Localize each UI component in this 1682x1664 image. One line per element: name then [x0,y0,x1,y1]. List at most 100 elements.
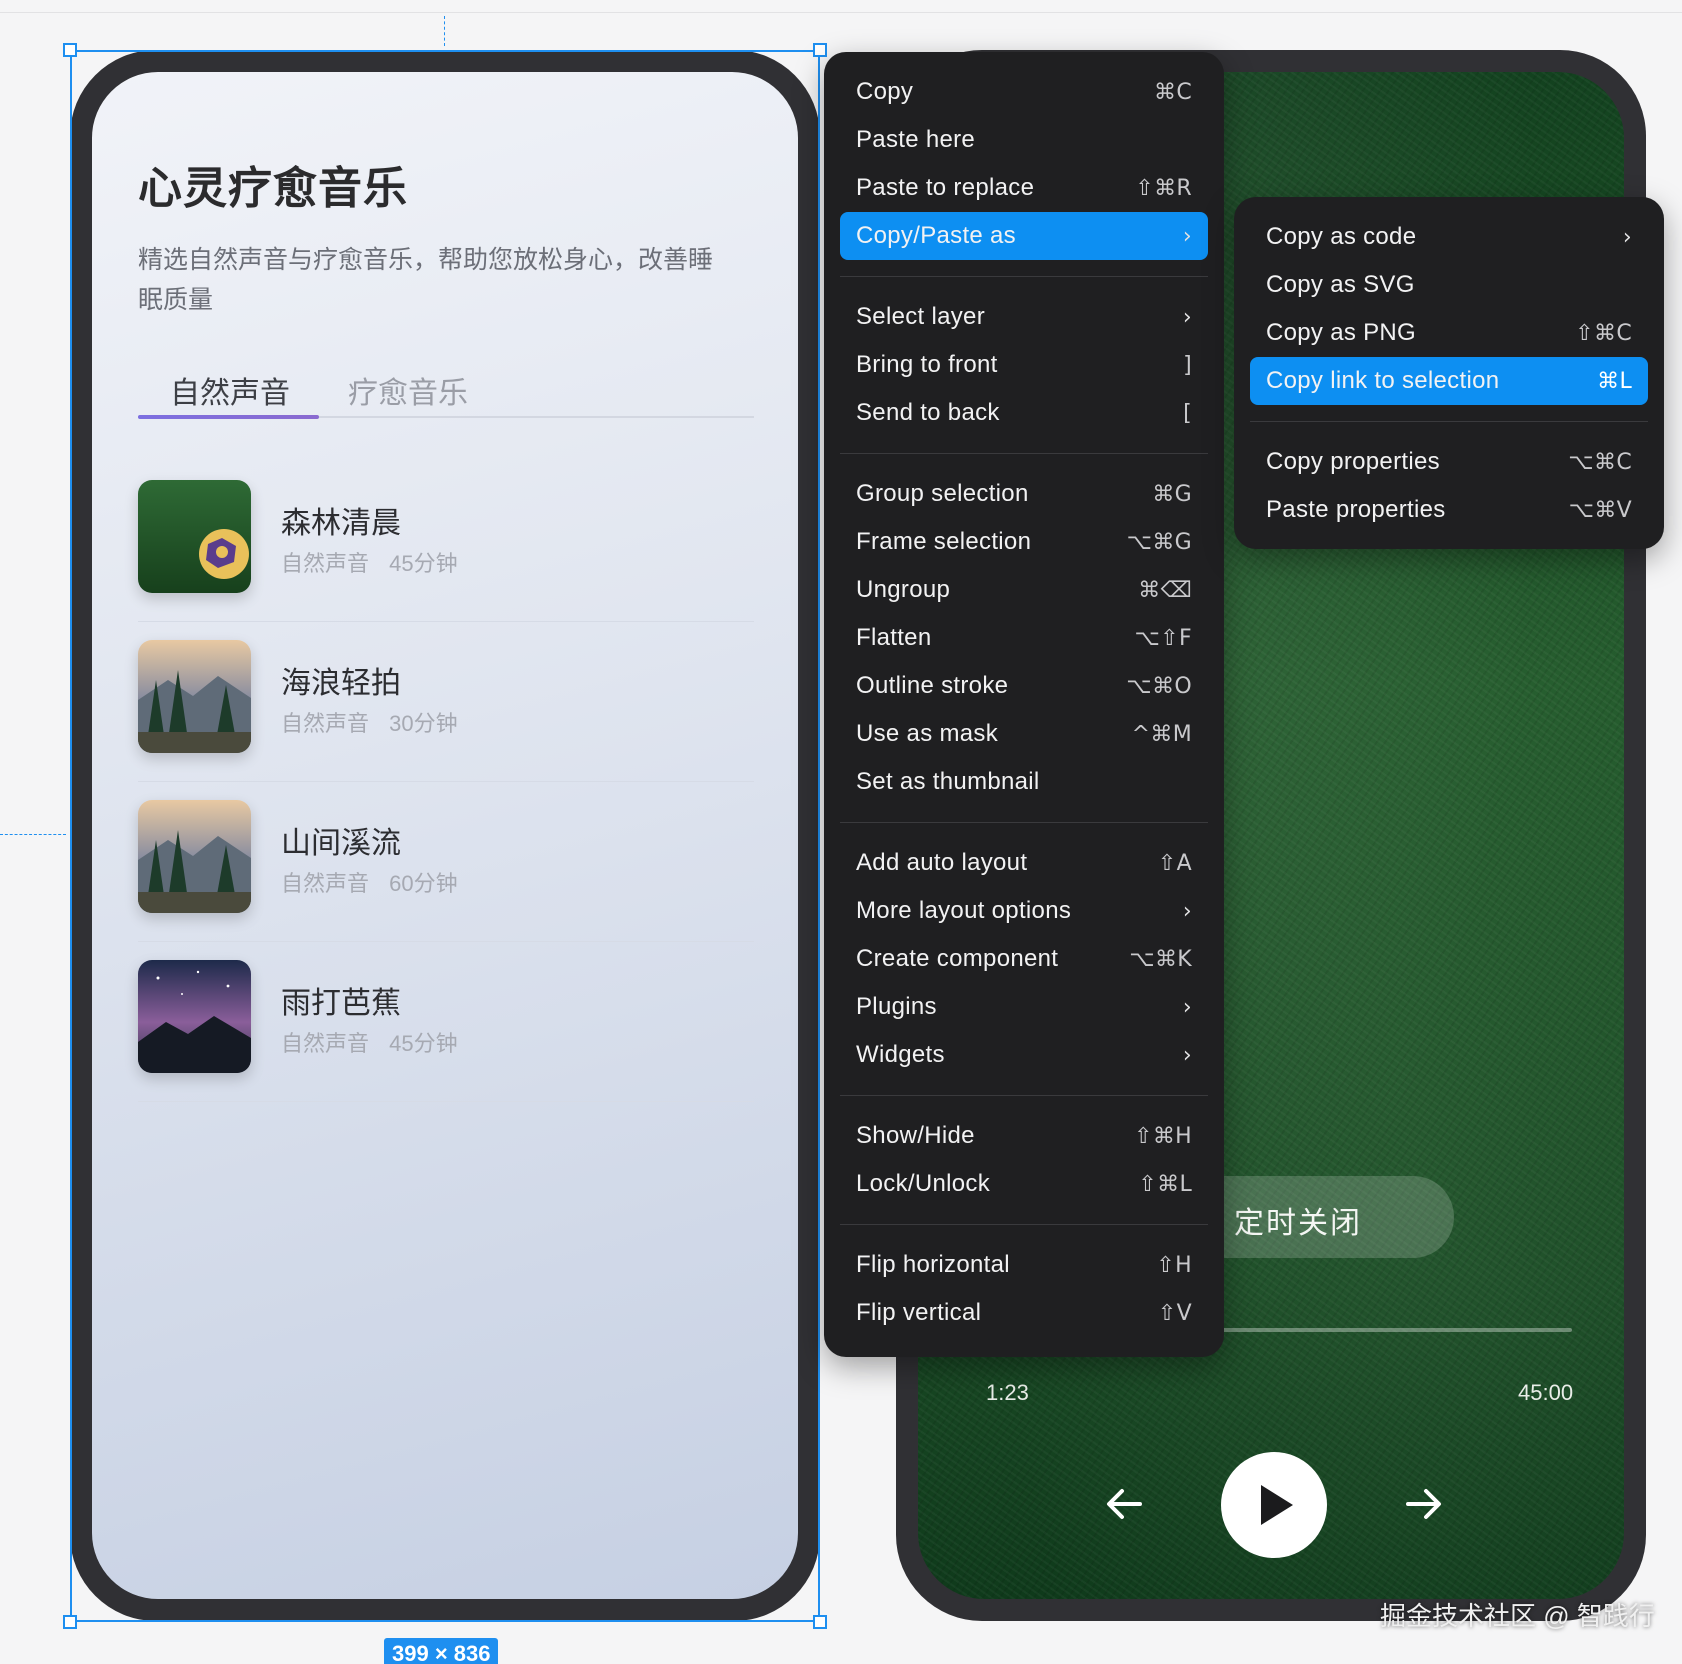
menu-item-copy-as-png[interactable]: Copy as PNG ⇧⌘C [1250,309,1648,357]
menu-item-label: Copy as PNG [1266,319,1417,346]
menu-item-label: Use as mask [856,720,999,747]
menu-item-widgets[interactable]: Widgets › [840,1031,1208,1079]
tab-nature-sounds[interactable]: 自然声音 [170,368,290,412]
menu-separator [840,260,1208,293]
menu-item-plugins[interactable]: Plugins › [840,983,1208,1031]
menu-item-label: Ungroup [856,576,951,603]
page-title: 心灵疗愈音乐 [138,164,408,213]
menu-item-shortcut: ⌘⌫ [1138,577,1192,603]
chevron-right-icon: › [1182,304,1192,330]
track-title: 森林清晨 [281,507,401,540]
menu-item-shortcut: ⇧A [1157,850,1192,876]
category-tabs: 自然声音 疗愈音乐 [138,368,754,419]
menu-item-outline-stroke[interactable]: Outline stroke ⌥⌘O [840,662,1208,710]
menu-item-label: Paste properties [1266,496,1446,523]
track-duration: 45分钟 [389,1031,458,1056]
arrow-right-icon[interactable] [1402,1482,1446,1526]
menu-item-copy-as-svg[interactable]: Copy as SVG [1250,261,1648,309]
menu-item-add-auto-layout[interactable]: Add auto layout ⇧A [840,839,1208,887]
menu-item-ungroup[interactable]: Ungroup ⌘⌫ [840,566,1208,614]
track-duration: 60分钟 [389,871,458,896]
menu-item-label: Add auto layout [856,849,1028,876]
menu-item-label: Paste here [856,126,976,153]
menu-item-label: Copy as SVG [1266,271,1415,298]
play-button[interactable] [1221,1452,1327,1558]
menu-item-show-hide[interactable]: Show/Hide ⇧⌘H [840,1112,1208,1160]
list-item[interactable]: 山间溪流 自然声音 60分钟 [138,782,754,942]
menu-item-more-layout-options[interactable]: More layout options › [840,887,1208,935]
menu-item-shortcut: ^⌘M [1131,721,1192,747]
resize-handle-bottom-right[interactable] [813,1615,827,1629]
menu-item-copy-link-to-selection[interactable]: Copy link to selection ⌘L [1250,357,1648,405]
menu-item-copy-paste-as[interactable]: Copy/Paste as › [840,212,1208,260]
menu-item-shortcut: ⌘C [1154,79,1192,105]
menu-item-flip-horizontal[interactable]: Flip horizontal ⇧H [840,1241,1208,1289]
menu-item-shortcut: ⇧H [1156,1252,1192,1278]
track-duration: 45分钟 [389,551,458,576]
menu-item-flatten[interactable]: Flatten ⌥⇧F [840,614,1208,662]
menu-item-set-as-thumbnail[interactable]: Set as thumbnail [840,758,1208,806]
horizontal-guide [0,834,66,835]
menu-item-shortcut: ] [1183,352,1192,378]
list-item[interactable]: 森林清晨 自然声音 45分钟 [138,462,754,622]
menu-item-label: Create component [856,945,1059,972]
menu-item-label: Lock/Unlock [856,1170,991,1197]
context-menu: Copy ⌘C Paste here Paste to replace ⇧⌘R Copy/… [824,52,1224,1357]
copy-paste-as-submenu: Copy as code › Copy as SVG Copy as PNG ⇧⌘C Co… [1234,197,1664,549]
menu-item-use-as-mask[interactable]: Use as mask ^⌘M [840,710,1208,758]
menu-item-select-layer[interactable]: Select layer › [840,293,1208,341]
menu-item-copy-properties[interactable]: Copy properties ⌥⌘C [1250,438,1648,486]
track-meta: 自然声音 45分钟 [281,1026,458,1058]
list-item[interactable]: 海浪轻拍 自然声音 30分钟 [138,622,754,782]
menu-item-lock-unlock[interactable]: Lock/Unlock ⇧⌘L [840,1160,1208,1208]
menu-item-paste-here[interactable]: Paste here [840,116,1208,164]
menu-item-copy-as-code[interactable]: Copy as code › [1250,213,1648,261]
tab-healing-music[interactable]: 疗愈音乐 [348,368,468,412]
resize-handle-bottom-left[interactable] [63,1615,77,1629]
menu-item-bring-to-front[interactable]: Bring to front] [840,341,1208,389]
menu-item-frame-selection[interactable]: Frame selection ⌥⌘G [840,518,1208,566]
menu-item-create-component[interactable]: Create component ⌥⌘K [840,935,1208,983]
menu-item-label: Paste to replace [856,174,1035,201]
menu-item-label: Flatten [856,624,932,651]
chevron-right-icon: › [1182,994,1192,1020]
menu-item-shortcut: ⇧⌘C [1575,320,1632,346]
menu-item-send-to-back[interactable]: Send to back [ [840,389,1208,437]
progress-bar[interactable] [1218,1328,1572,1332]
track-meta: 自然声音 45分钟 [281,546,458,578]
menu-item-copy[interactable]: Copy ⌘C [840,68,1208,116]
selection-size-badge: 399 × 836 [384,1638,499,1664]
list-item[interactable]: 雨打芭蕉 自然声音 45分钟 [138,942,754,1102]
menu-item-shortcut: ⌘L [1597,368,1632,394]
chevron-right-icon: › [1182,898,1192,924]
menu-item-shortcut: ⇧⌘H [1134,1123,1192,1149]
menu-item-shortcut: ⌥⌘K [1129,946,1192,972]
menu-item-flip-vertical[interactable]: Flip vertical ⇧V [840,1289,1208,1337]
menu-item-shortcut: ⇧⌘R [1135,175,1192,201]
track-category: 自然声音 [281,871,370,896]
watermark: 掘金技术社区 @ 智践行 [1380,1601,1655,1631]
frame-music-list[interactable]: 心灵疗愈音乐 精选自然声音与疗愈音乐，帮助您放松身心，改善睡眠质量 自然声音 疗… [70,50,820,1621]
vertical-guide [444,16,445,46]
menu-item-label: Flip vertical [856,1299,982,1326]
resize-handle-top-right[interactable] [813,43,827,57]
track-meta: 自然声音 30分钟 [281,706,458,738]
menu-item-label: Outline stroke [856,672,1009,699]
resize-handle-top-left[interactable] [63,43,77,57]
menu-item-shortcut: ⌘G [1152,481,1192,507]
track-thumbnail [138,480,251,593]
menu-item-label: Copy link to selection [1266,367,1500,394]
canvas-top-rule [0,12,1682,13]
menu-item-shortcut: ⌥⌘G [1126,529,1192,555]
menu-item-paste-to-replace[interactable]: Paste to replace ⇧⌘R [840,164,1208,212]
menu-item-label: More layout options [856,897,1072,924]
track-title: 山间溪流 [281,827,401,860]
menu-item-shortcut: ⌥⇧F [1134,625,1192,651]
menu-item-group-selection[interactable]: Group selection ⌘G [840,470,1208,518]
menu-item-label: Show/Hide [856,1122,975,1149]
track-thumbnail [138,800,251,913]
play-icon [1261,1485,1293,1525]
arrow-left-icon[interactable] [1102,1482,1146,1526]
menu-item-paste-properties[interactable]: Paste properties ⌥⌘V [1250,486,1648,534]
track-category: 自然声音 [281,711,370,736]
